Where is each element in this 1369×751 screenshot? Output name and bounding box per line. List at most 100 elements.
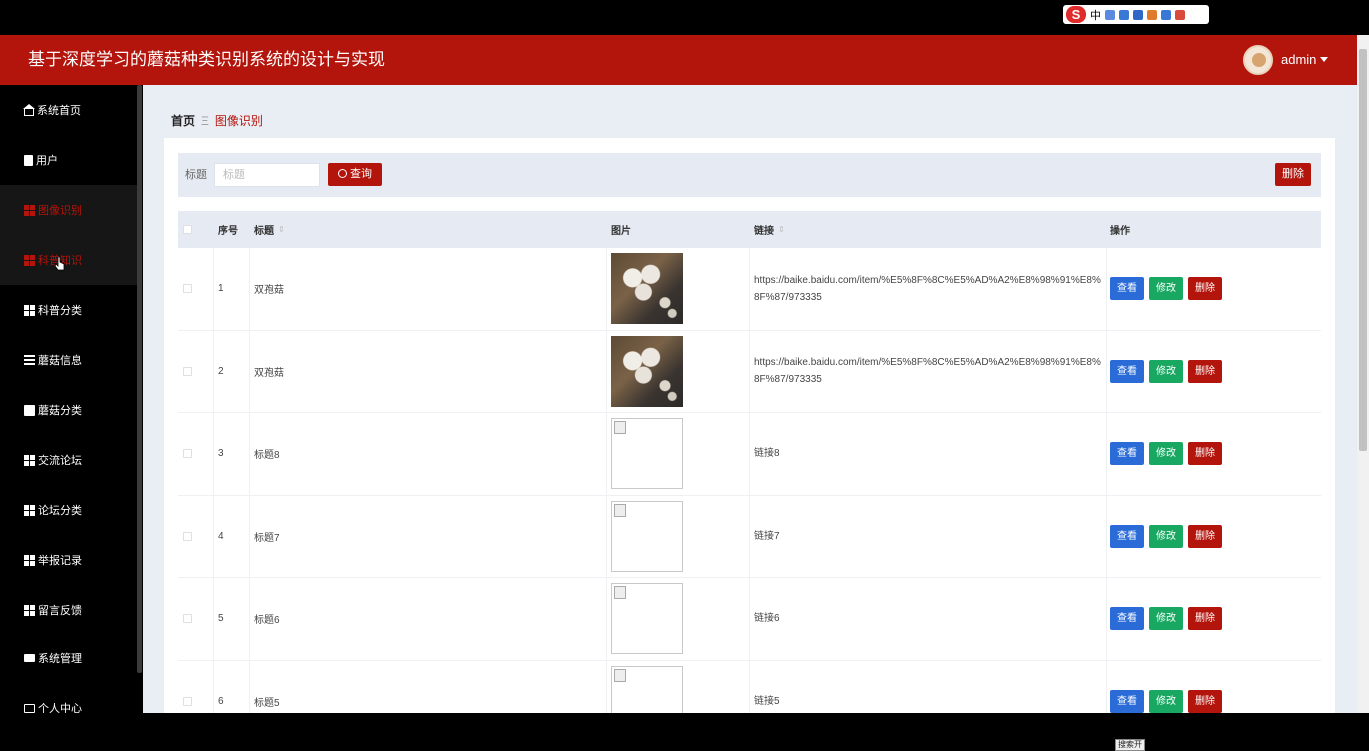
row-actions: 查看 修改 删除 [1110, 496, 1222, 578]
sidebar-scrollbar[interactable] [137, 85, 142, 673]
edit-button[interactable]: 修改 [1149, 359, 1183, 383]
row-link: https://baike.baidu.com/item/%E5%8F%8C%E… [754, 274, 1101, 303]
table-row: 1 双孢菇 https://baike.baidu.com/item/%E5%8F%… [178, 248, 1321, 331]
edit-button[interactable]: 修改 [1149, 689, 1183, 713]
sidebar-item-profile[interactable]: 个人中心 [0, 683, 137, 713]
broken-image-icon[interactable] [611, 500, 683, 572]
grid-icon [24, 504, 35, 516]
grid-icon [24, 304, 35, 316]
row-link: 链接8 [754, 448, 780, 460]
header-title[interactable]: 标题 ⇕ [254, 211, 285, 248]
row-image-cell [611, 578, 683, 660]
row-actions: 查看 修改 删除 [1110, 248, 1222, 330]
header-actions: 操作 [1110, 226, 1130, 237]
view-button[interactable]: 查看 [1110, 607, 1144, 631]
edit-button[interactable]: 修改 [1149, 442, 1183, 466]
row-link: 链接6 [754, 613, 780, 625]
search-icon [338, 169, 347, 178]
broken-image-icon[interactable] [611, 665, 683, 713]
delete-button[interactable]: 删除 [1188, 607, 1222, 631]
skin-icon[interactable] [1147, 9, 1157, 20]
table-row: 5 标题6 链接6 查看 修改 删除 [178, 578, 1321, 661]
row-checkbox[interactable] [183, 696, 192, 706]
delete-button[interactable]: 删除 [1188, 524, 1222, 548]
broken-image-icon[interactable] [611, 418, 683, 490]
toolbox-icon[interactable] [1161, 9, 1171, 20]
ime-toolbar[interactable]: S 中 [1063, 5, 1209, 24]
sidebar-item-reports[interactable]: 举报记录 [0, 535, 137, 585]
row-checkbox[interactable] [183, 614, 192, 624]
list-icon [24, 355, 35, 365]
breadcrumb-home[interactable]: 首页 [171, 114, 195, 128]
delete-button[interactable]: 删除 [1188, 359, 1222, 383]
microphone-icon[interactable] [1119, 9, 1129, 20]
sidebar-item-feedback[interactable]: 留言反馈 [0, 585, 137, 635]
sidebar-item-image-recognition[interactable]: 图像识别 [0, 185, 137, 235]
settings-icon[interactable] [1175, 9, 1185, 20]
page-scrollbar[interactable] [1357, 35, 1369, 713]
view-button[interactable]: 查看 [1110, 442, 1144, 466]
ime-mode-label[interactable]: 中 [1090, 7, 1101, 23]
query-button[interactable]: 查询 [328, 163, 382, 186]
row-checkbox[interactable] [183, 449, 192, 459]
sidebar-item-label: 系统管理 [38, 653, 82, 665]
row-actions: 查看 修改 删除 [1110, 661, 1222, 714]
monitor-icon [24, 654, 35, 662]
row-checkbox[interactable] [183, 366, 192, 376]
view-button[interactable]: 查看 [1110, 524, 1144, 548]
view-button[interactable]: 查看 [1110, 359, 1144, 383]
search-input[interactable]: 标题 [214, 163, 320, 187]
broken-image-icon[interactable] [611, 583, 683, 655]
edit-button[interactable]: 修改 [1149, 607, 1183, 631]
top-header: 基于深度学习的蘑菇种类识别系统的设计与实现 admin [0, 35, 1357, 85]
row-actions: 查看 修改 删除 [1110, 331, 1222, 413]
scrollbar-thumb[interactable] [1359, 49, 1367, 451]
breadcrumb: 首页 Ξ 图像识别 [171, 112, 263, 129]
edit-button[interactable]: 修改 [1149, 277, 1183, 301]
punctuation-icon[interactable] [1105, 9, 1115, 20]
row-checkbox[interactable] [183, 531, 192, 541]
keyboard-icon[interactable] [1133, 9, 1143, 20]
edit-button[interactable]: 修改 [1149, 524, 1183, 548]
sidebar-item-user[interactable]: 用户 [0, 135, 137, 185]
row-actions: 查看 修改 删除 [1110, 578, 1222, 660]
user-name[interactable]: admin [1281, 35, 1316, 85]
sidebar-item-forum[interactable]: 交流论坛 [0, 435, 137, 485]
row-image-cell [611, 496, 683, 578]
select-all-checkbox[interactable] [183, 225, 192, 234]
sidebar-item-science-knowledge[interactable]: 科普知识 [0, 235, 137, 285]
os-bottom-bar [0, 713, 1369, 748]
delete-button[interactable]: 删除 [1188, 689, 1222, 713]
sogou-ime-icon[interactable]: S [1066, 6, 1086, 23]
row-index: 1 [218, 283, 224, 295]
view-button[interactable]: 查看 [1110, 689, 1144, 713]
mushroom-image[interactable] [611, 335, 683, 407]
view-button[interactable]: 查看 [1110, 277, 1144, 301]
chevron-down-icon[interactable] [1320, 57, 1328, 62]
sort-icon[interactable]: ⇕ [778, 225, 785, 234]
book-icon [24, 404, 35, 416]
sidebar-item-mushroom-info[interactable]: 蘑菇信息 [0, 335, 137, 385]
row-title: 标题7 [254, 532, 280, 544]
header-link[interactable]: 链接 ⇕ [754, 211, 785, 248]
sidebar-item-label: 个人中心 [38, 703, 82, 713]
content-panel: 标题 标题 查询 删除 序号 标题 ⇕ 图片 链接 ⇕ 操作 1 双孢菇 https:/… [164, 138, 1335, 713]
sidebar-item-forum-category[interactable]: 论坛分类 [0, 485, 137, 535]
user-avatar[interactable] [1243, 45, 1273, 75]
sort-icon[interactable]: ⇕ [278, 225, 285, 234]
row-index: 4 [218, 530, 224, 542]
row-title: 双孢菇 [254, 285, 284, 297]
sidebar-item-home[interactable]: 系统首页 [0, 85, 137, 135]
query-button-label: 查询 [350, 168, 372, 180]
delete-button[interactable]: 删除 [1188, 442, 1222, 466]
mushroom-image[interactable] [611, 253, 683, 325]
sidebar-item-mushroom-category[interactable]: 蘑菇分类 [0, 385, 137, 435]
row-checkbox[interactable] [183, 284, 192, 294]
batch-delete-button[interactable]: 删除 [1275, 163, 1311, 186]
delete-button[interactable]: 删除 [1188, 277, 1222, 301]
sidebar-item-science-category[interactable]: 科普分类 [0, 285, 137, 335]
table-row: 2 双孢菇 https://baike.baidu.com/item/%E5%8F%… [178, 330, 1321, 413]
grid-icon [24, 454, 35, 466]
table-header: 序号 标题 ⇕ 图片 链接 ⇕ 操作 [178, 211, 1321, 248]
sidebar-item-system[interactable]: 系统管理 [0, 633, 137, 683]
